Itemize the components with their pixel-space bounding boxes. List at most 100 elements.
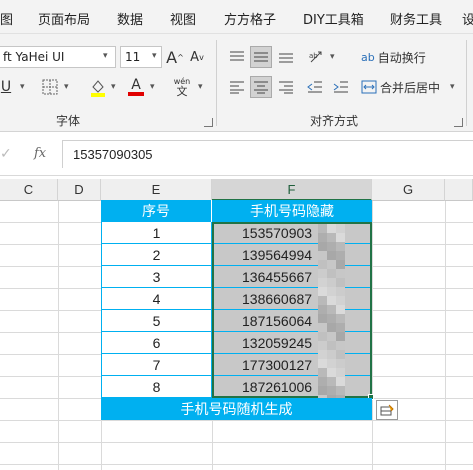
mosaic-block [318,377,327,386]
phone-cell[interactable]: 138660687 [212,288,372,310]
mosaic-block [336,350,345,359]
mosaic-block [318,386,327,395]
increase-indent-button[interactable] [330,76,352,98]
font-color-button[interactable]: A [126,76,146,98]
mosaic-block [336,341,345,350]
index-cell[interactable]: 4 [101,288,212,310]
mosaic-block [327,260,336,269]
index-cell[interactable]: 2 [101,244,212,266]
confirm-check-icon[interactable]: ✓ [0,146,12,162]
index-cell[interactable]: 1 [101,222,212,244]
shrink-font-button[interactable]: Av [188,46,206,68]
header-phone-cell[interactable]: 手机号码隐藏 [212,200,372,222]
phone-cell[interactable]: 187156064 [212,310,372,332]
font-name-dropdown[interactable]: ft YaHei UI [0,46,116,68]
align-right-button[interactable] [275,76,297,98]
ribbon: ft YaHei UI ▾ 11 ▾ A ^ Av U ▾ ▾ ▾ A ▾ wén… [0,34,473,132]
wrap-text-button[interactable]: ab 自动换行 [361,46,426,68]
index-cell[interactable]: 5 [101,310,212,332]
align-left-button[interactable] [226,76,248,98]
align-bottom-button[interactable] [275,46,297,68]
mosaic-block [327,278,336,287]
phone-cell[interactable]: 139564994 [212,244,372,266]
gridline [0,420,473,421]
mosaic-block [336,305,345,314]
menu-tab-diy-toolbox[interactable]: DIY工具箱 [303,9,364,28]
column-header-g[interactable]: G [372,179,445,201]
footer-cell[interactable]: 手机号码随机生成 [101,398,372,420]
index-cell[interactable]: 6 [101,332,212,354]
menu-tab-page-layout[interactable]: 页面布局 [38,9,90,28]
menu-tab-view[interactable]: 视图 [170,9,196,28]
mosaic-block [336,287,345,296]
font-dialog-launcher-icon[interactable] [204,118,213,127]
menu-tab-chart[interactable]: 图 [0,9,13,28]
column-header-e[interactable]: E [101,179,212,201]
quick-analysis-button[interactable] [376,400,398,420]
chevron-down-icon: ▾ [111,82,116,92]
phonetic-guide-button[interactable]: wén 文 [170,74,194,100]
menu-tab-finance-tools[interactable]: 财务工具 [390,9,442,28]
gridline [445,201,446,470]
column-header-c[interactable]: C [0,179,58,201]
mosaic-block [336,242,345,251]
group-separator [466,40,467,126]
phone-cell[interactable]: 136455667 [212,266,372,288]
column-header-f[interactable]: F [212,179,372,201]
mosaic-block [318,224,327,233]
mosaic-block [318,269,327,278]
phone-cell[interactable]: 187261006 [212,376,372,398]
alignment-dialog-launcher-icon[interactable] [454,118,463,127]
mosaic-block [336,296,345,305]
quick-analysis-icon [380,404,394,416]
worksheet-grid: C D E F G 序号 手机号码隐藏 1 153570903 2 139564994… [0,176,473,470]
mosaic-block [327,269,336,278]
menu-tab-fangfang-grid[interactable]: 方方格子 [224,9,276,28]
border-button[interactable] [38,76,62,98]
mosaic-block [318,350,327,359]
merge-cells-icon [361,80,377,94]
index-cell[interactable]: 7 [101,354,212,376]
phone-cell[interactable]: 177300127 [212,354,372,376]
header-index-cell[interactable]: 序号 [101,200,212,222]
column-header-h[interactable] [445,179,473,201]
index-cell[interactable]: 8 [101,376,212,398]
mosaic-block [327,386,336,395]
insert-function-icon[interactable]: fx [34,146,46,161]
orientation-button[interactable]: ab [306,46,328,68]
underline-button[interactable]: U [0,76,14,98]
merge-center-button[interactable]: 合并后居中 [361,76,440,98]
phone-cell[interactable]: 153570903 [212,222,372,244]
menu-tab-settings[interactable]: 设 [462,9,473,28]
decrease-indent-button[interactable] [304,76,326,98]
mosaic-block [318,368,327,377]
mosaic-block [327,296,336,305]
font-name-value: ft YaHei UI [3,50,65,64]
align-bottom-icon [279,53,293,63]
align-middle-button[interactable] [250,46,272,68]
mosaic-block [327,314,336,323]
grow-font-button[interactable]: A ^ [166,46,184,68]
phone-cell[interactable]: 132059245 [212,332,372,354]
wrap-text-icon: ab [361,50,375,64]
align-top-button[interactable] [226,46,248,68]
column-header-d[interactable]: D [58,179,101,201]
chevron-down-icon: ▾ [150,82,155,92]
mosaic-block [318,323,327,332]
phonetic-bottom: 文 [176,85,188,98]
mosaic-block [318,332,327,341]
fill-color-button[interactable] [86,76,110,98]
mosaic-block [318,287,327,296]
index-cell[interactable]: 3 [101,266,212,288]
menu-tab-data[interactable]: 数据 [117,9,143,28]
formula-input[interactable]: 15357090305 [62,140,473,168]
mosaic-block [318,341,327,350]
chevron-down-icon: ▾ [103,51,108,61]
increase-indent-icon [333,81,348,93]
mosaic-block [336,359,345,368]
menu-bar: 图 页面布局 数据 视图 方方格子 DIY工具箱 财务工具 设 [0,0,473,34]
align-center-button[interactable] [250,76,272,98]
mosaic-block [327,242,336,251]
font-size-value: 11 [125,50,141,64]
align-right-icon [279,81,293,94]
